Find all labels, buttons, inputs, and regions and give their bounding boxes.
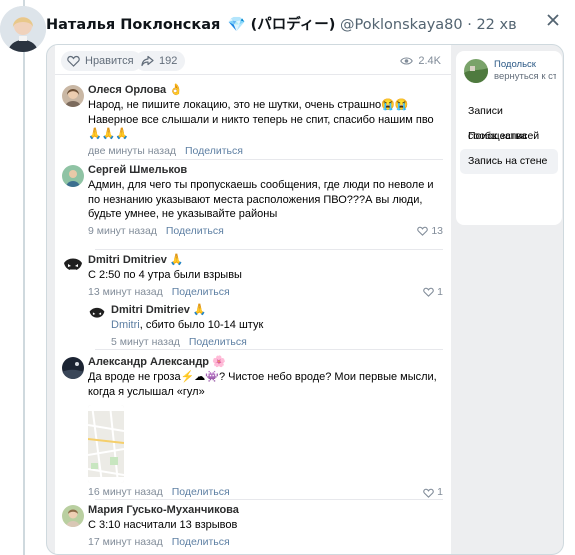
attached-screenshot[interactable]: Нравится 192 2.4K Олеся Орлова 👌 Народ, … [46, 44, 564, 555]
comment-text: Dmitri, сбито было 10-14 штук [111, 318, 443, 333]
views-count: 2.4K [418, 55, 441, 67]
community-sidebar: Подольск вернуться к стран… Записи сообщ… [456, 51, 562, 225]
comment-time[interactable]: две минуты назад [88, 145, 176, 157]
sidebar-item-search-posts[interactable]: Поиск записей [460, 124, 558, 149]
share-link[interactable]: Поделиться [172, 536, 230, 548]
comment-divider [95, 159, 443, 160]
commenter-avatar[interactable] [62, 505, 84, 527]
comment-time[interactable]: 5 минут назад [111, 336, 180, 348]
comment-like-button[interactable]: 1 [423, 486, 443, 499]
user-handle[interactable]: @Poklonskaya80 [340, 17, 463, 33]
share-link[interactable]: Поделиться [172, 486, 230, 498]
tweet-time[interactable]: 22 хв [476, 17, 516, 33]
display-name[interactable]: Наталья Поклонская [46, 17, 220, 33]
comment-time[interactable]: 13 минут назад [88, 286, 163, 298]
heart-icon [423, 488, 434, 498]
comment-divider [95, 249, 443, 250]
comment-time[interactable]: 9 минут назад [88, 225, 157, 237]
share-button[interactable]: 192 [135, 51, 186, 71]
comment-item: Сергей Шмельков Админ, для чего ты пропу… [55, 163, 451, 243]
commenter-avatar[interactable] [88, 305, 106, 323]
commenter-name[interactable]: Мария Гусько-Муханчикова [88, 503, 443, 517]
comment-text: С 2:50 по 4 утра были взрывы [88, 269, 242, 281]
sidebar-item-community-posts[interactable]: Записи сообщества [460, 99, 558, 142]
comment-meta: две минуты назад Поделиться [88, 145, 443, 158]
comment-divider [95, 349, 443, 350]
community-name[interactable]: Подольск [494, 59, 556, 71]
share-count: 192 [159, 55, 178, 67]
like-label: Нравится [85, 55, 134, 67]
comment-time[interactable]: 17 минут назад [88, 536, 163, 548]
comment-like-count: 1 [437, 285, 443, 298]
comment-item: Александр Александр 🌸 Да вроде не гроза⚡… [55, 355, 451, 499]
reply-mention-link[interactable]: Dmitri [111, 319, 140, 331]
share-link[interactable]: Поделиться [185, 145, 243, 157]
comment-text: Да вроде не гроза⚡☁👾? Чистое небо вроде?… [88, 371, 437, 398]
commenter-name[interactable]: Александр Александр 🌸 [88, 355, 443, 369]
comment-divider [95, 499, 443, 500]
reply-item: Dmitri Dmitriev 🙏 Dmitri, сбито было 10-… [55, 303, 451, 349]
like-button[interactable]: Нравится [61, 51, 142, 71]
heart-icon [423, 287, 434, 297]
comment-like-button[interactable]: 1 [423, 286, 443, 299]
profile-avatar[interactable] [0, 6, 46, 52]
community-back-link[interactable]: Подольск вернуться к стран… [456, 51, 562, 89]
share-icon [141, 55, 154, 67]
comment-text: С 3:10 насчитали 13 взрывов [88, 519, 238, 531]
post-stats-bar: Нравится 192 2.4K [55, 45, 451, 75]
avatar-portrait-icon [0, 6, 46, 52]
comment-item: Мария Гусько-Муханчикова С 3:10 насчитал… [55, 503, 451, 554]
community-avatar [464, 59, 488, 83]
map-image [88, 405, 124, 483]
heart-icon [67, 55, 80, 67]
comments-feed: Нравится 192 2.4K Олеся Орлова 👌 Народ, … [55, 45, 451, 554]
comment-text: Админ, для чего ты пропускаешь сообщения… [88, 179, 434, 220]
display-name-suffix: 💎 (パロディー) [220, 17, 336, 33]
comment-meta: 17 минут назад Поделиться [88, 536, 443, 549]
commenter-name[interactable]: Dmitri Dmitriev 🙏 [88, 253, 443, 267]
map-screenshot-attachment[interactable] [88, 405, 124, 483]
back-to-page-label[interactable]: вернуться к стран… [494, 71, 556, 83]
thread-line [23, 0, 25, 555]
comment-meta: 16 минут назад Поделиться 1 [88, 486, 443, 499]
sidebar-item-wall-post[interactable]: Запись на стене [460, 149, 558, 174]
close-icon[interactable] [543, 12, 563, 32]
comment-text: Народ, не пишите локацию, это не шутки, … [88, 99, 434, 140]
comment-like-button[interactable]: 13 [417, 225, 443, 238]
comment-like-count: 13 [431, 224, 443, 237]
comment-meta: 9 минут назад Поделиться 13 [88, 225, 443, 238]
commenter-name[interactable]: Олеся Орлова 👌 [88, 83, 443, 97]
comment-item: Олеся Орлова 👌 Народ, не пишите локацию,… [55, 83, 451, 158]
views-counter: 2.4K [400, 55, 441, 67]
eye-icon [400, 57, 414, 65]
commenter-avatar[interactable] [62, 357, 84, 379]
share-link[interactable]: Поделиться [172, 286, 230, 298]
comment-meta: 13 минут назад Поделиться 1 [88, 286, 443, 299]
commenter-name[interactable]: Dmitri Dmitriev 🙏 [111, 303, 443, 317]
commenter-avatar[interactable] [62, 255, 84, 277]
commenter-avatar[interactable] [62, 85, 84, 107]
share-link[interactable]: Поделиться [189, 336, 247, 348]
share-link[interactable]: Поделиться [166, 225, 224, 237]
tweet-header: Наталья Поклонская 💎 (パロディー) @Poklonskay… [46, 13, 535, 34]
commenter-avatar[interactable] [62, 165, 84, 187]
heart-icon [417, 226, 429, 236]
header-separator: · [462, 17, 477, 33]
commenter-name[interactable]: Сергей Шмельков [88, 163, 443, 177]
comment-time[interactable]: 16 минут назад [88, 486, 163, 498]
reply-text: , сбито было 10-14 штук [139, 319, 264, 331]
comment-meta: 5 минут назад Поделиться [111, 336, 443, 349]
comment-item: Dmitri Dmitriev 🙏 С 2:50 по 4 утра были … [55, 253, 451, 299]
comment-like-count: 1 [437, 486, 443, 498]
